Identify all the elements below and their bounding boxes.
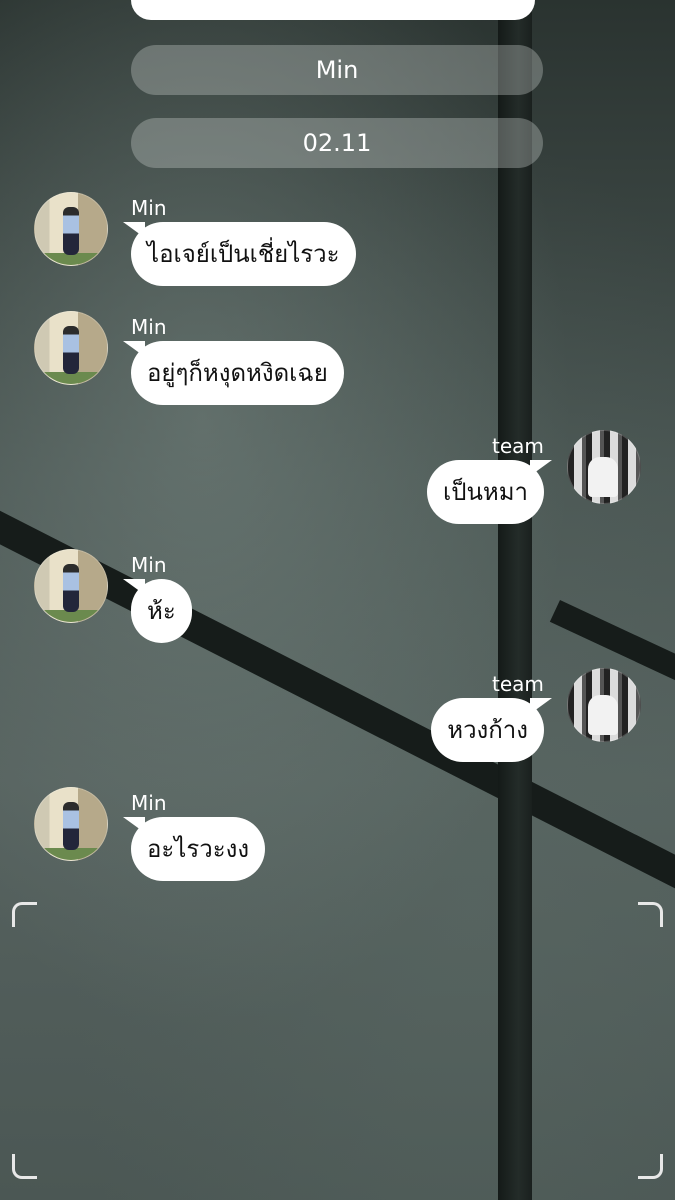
sender-name: Min xyxy=(131,315,167,339)
date-pill: 02.11 xyxy=(131,118,543,168)
corner-bottom-left xyxy=(12,1154,37,1179)
message-bubble[interactable]: เป็นหมา xyxy=(427,460,552,524)
message-bubble[interactable]: หวงก้าง xyxy=(431,698,552,762)
sender-name: team xyxy=(492,434,544,458)
avatar-min[interactable] xyxy=(34,311,108,385)
corner-bottom-right xyxy=(638,1154,663,1179)
contact-name: Min xyxy=(315,56,359,84)
avatar-team[interactable] xyxy=(567,668,641,742)
corner-top-left xyxy=(12,902,37,927)
avatar-min[interactable] xyxy=(34,192,108,266)
window-frame-vertical xyxy=(498,0,532,1200)
sender-name: Min xyxy=(131,791,167,815)
message-bubble[interactable]: อะไรวะงง xyxy=(122,817,266,881)
avatar-team[interactable] xyxy=(567,430,641,504)
sender-name: team xyxy=(492,672,544,696)
sender-name: Min xyxy=(131,553,167,577)
message-bubble[interactable]: ห้ะ xyxy=(123,579,192,643)
message-bubble[interactable]: อยู่ๆก็หงุดหงิดเฉย xyxy=(123,341,344,405)
message-bubble[interactable]: ไอเจย์เป็นเชี่ยไรวะ xyxy=(123,222,356,286)
sender-name: Min xyxy=(131,196,167,220)
chat-date: 02.11 xyxy=(302,129,372,157)
top-white-pill xyxy=(131,0,535,20)
avatar-min[interactable] xyxy=(34,787,108,861)
corner-top-right xyxy=(638,902,663,927)
avatar-min[interactable] xyxy=(34,549,108,623)
contact-name-pill: Min xyxy=(131,45,543,95)
